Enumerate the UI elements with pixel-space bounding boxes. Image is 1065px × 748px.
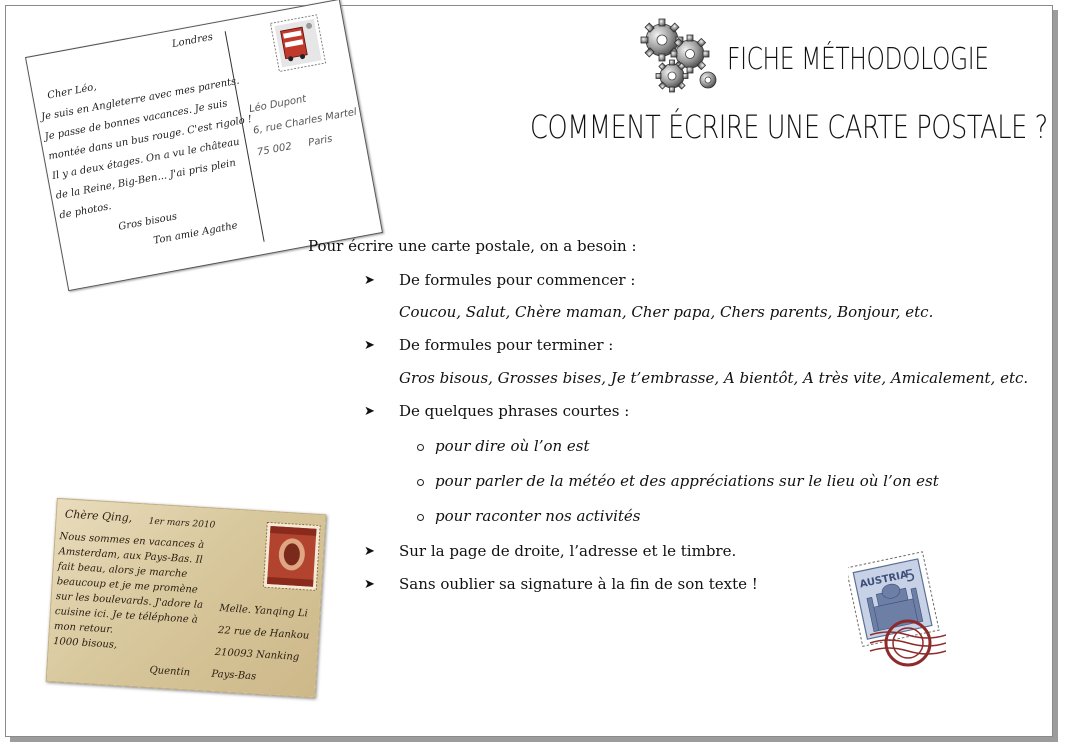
arrow-bullet-icon: ➤	[364, 404, 375, 419]
list-item: De formules pour terminer :	[399, 336, 614, 354]
circle-bullet-icon	[417, 479, 424, 486]
intro-text: Pour écrire une carte postale, on a beso…	[308, 237, 637, 255]
page-title-line1: FICHE MÉTHODOLOGIE	[727, 42, 989, 77]
list-item: De formules pour commencer :	[399, 271, 636, 289]
list-item: De quelques phrases courtes :	[399, 402, 630, 420]
postcard-address-line: Melle. Yanqing Li	[219, 603, 309, 620]
list-item: Sur la page de droite, l’adresse et le t…	[399, 542, 737, 560]
arrow-bullet-icon: ➤	[364, 577, 375, 592]
queen-stamp-icon	[262, 521, 321, 591]
arrow-bullet-icon: ➤	[364, 544, 375, 559]
page-title-line2: COMMENT ÉCRIRE UNE CARTE POSTALE ?	[530, 108, 1048, 146]
circle-bullet-icon	[417, 444, 424, 451]
sub-list-item: pour raconter nos activités	[435, 507, 641, 525]
postcard-place: Londres	[171, 31, 214, 51]
bus-stamp-icon	[269, 14, 327, 73]
gears-icon	[640, 18, 717, 93]
postcard-address-line: Paris	[307, 133, 334, 149]
postcard-date: 1er mars 2010	[148, 516, 216, 531]
postcard-closing: Gros bisous	[117, 211, 179, 233]
postcard-divider	[224, 31, 265, 242]
sub-list-item: pour dire où l’on est	[435, 437, 590, 455]
postcard-signature: Quentin	[149, 664, 191, 679]
list-item: Sans oublier sa signature à la fin de so…	[399, 575, 758, 593]
postcard-line: 1000 bisous,	[52, 635, 118, 651]
list-item-examples: Coucou, Salut, Chère maman, Cher papa, C…	[399, 303, 934, 321]
austria-stamp-icon: AUSTRIA 5	[848, 551, 946, 667]
postcard-line: Cher Léo,	[46, 81, 98, 102]
list-item-examples: Gros bisous, Grosses bises, Je t’embrass…	[399, 369, 1029, 387]
postcard-line: de photos.	[58, 201, 113, 222]
postcard-address-line: Pays-Bas	[211, 668, 257, 683]
postcard-greeting: Chère Qing,	[64, 507, 133, 525]
postcard-address-line: 75 002	[256, 141, 293, 159]
postcard-amsterdam-image: Chère Qing, 1er mars 2010 Nous sommes en…	[45, 497, 327, 699]
sub-list-item: pour parler de la météo et des appréciat…	[435, 472, 939, 490]
arrow-bullet-icon: ➤	[364, 273, 375, 288]
postcard-line: mon retour.	[53, 621, 114, 636]
circle-bullet-icon	[417, 514, 424, 521]
arrow-bullet-icon: ➤	[364, 338, 375, 353]
postcard-address-line: Léo Dupont	[248, 93, 308, 116]
postcard-address-line: 210093 Nanking	[214, 646, 300, 664]
postcard-address-line: 22 rue de Hankou	[217, 625, 310, 642]
